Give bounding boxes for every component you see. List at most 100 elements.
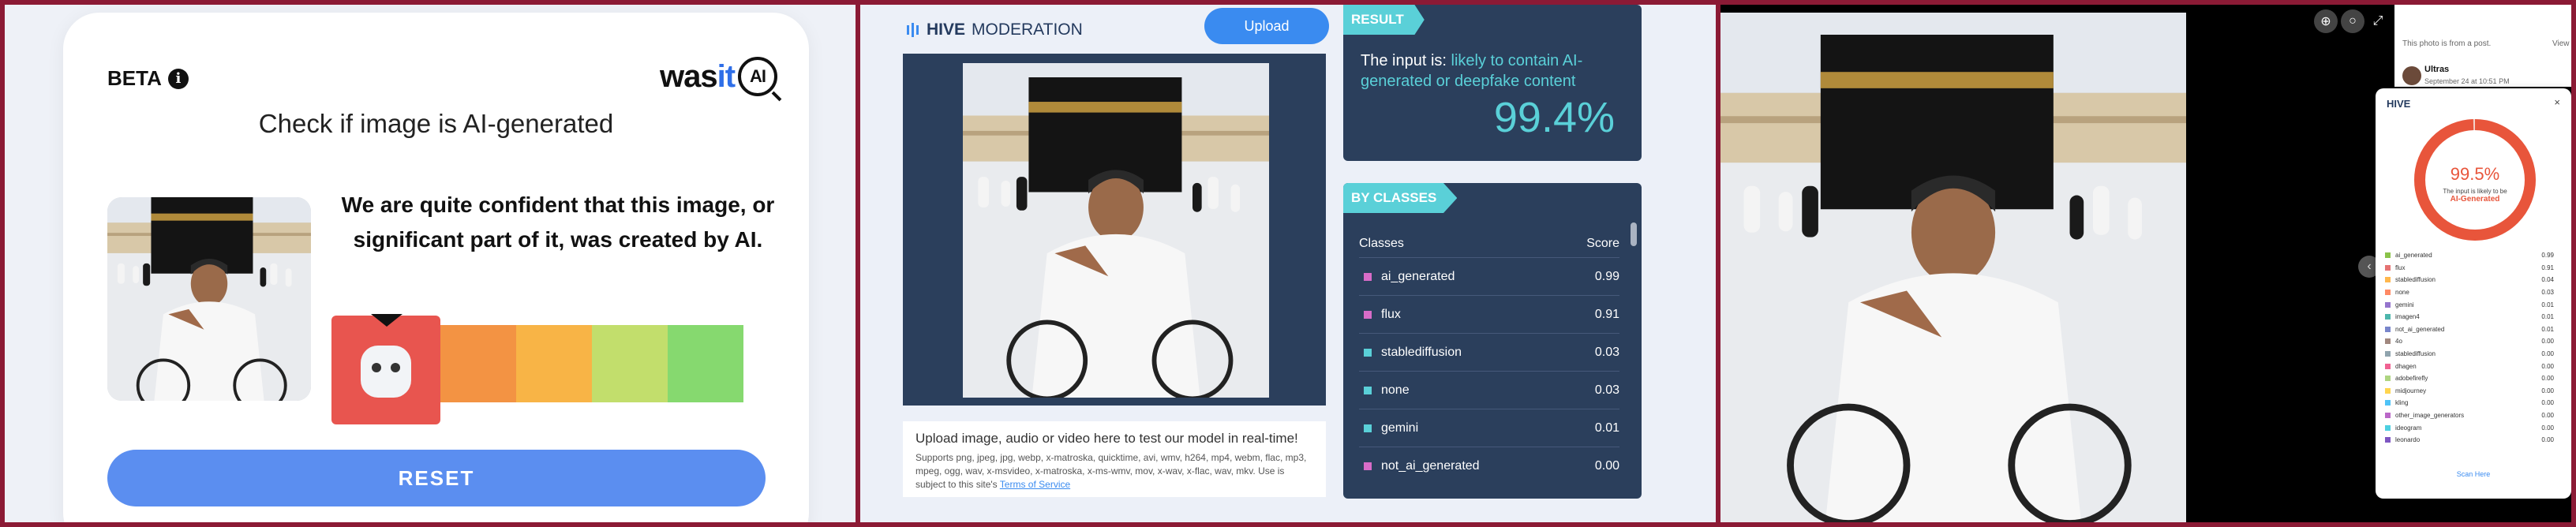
post-note: This photo is from a post. [2402,39,2492,48]
class-score: 0.01 [1594,420,1619,435]
score-list-item: gemini 0.01 [2385,298,2554,311]
fullscreen-icon[interactable]: ⤢ [2366,9,2390,33]
score-name: stablediffusion [2395,276,2436,284]
class-swatch [1364,386,1372,394]
class-row: flux 0.91 [1359,295,1619,333]
result-prefix: The input is: [1361,52,1447,69]
class-row: none 0.03 [1359,371,1619,409]
hive-logo[interactable]: HIVE MODERATION [906,21,1083,39]
formats-text: Supports png, jpeg, jpg, webp, x-matrosk… [915,452,1307,490]
score-list-item: none 0.03 [2385,286,2554,299]
score-list-item: flux 0.91 [2385,262,2554,275]
score-swatch [2385,424,2391,431]
score-name: other_image_generators [2395,412,2465,420]
score-value: 0.01 [2541,313,2554,321]
meter-segment [440,325,516,402]
hive-extension-popup: HIVE × 99.5% The input is likely to be A… [2376,88,2571,499]
zoom-in-icon[interactable]: ⊕ [2314,9,2338,33]
close-icon[interactable]: × [2554,96,2560,108]
score-list-item: stablediffusion 0.00 [2385,348,2554,361]
classes-scrollbar[interactable] [1631,211,1637,494]
class-name: gemini [1381,420,1419,435]
robot-indicator-icon [331,314,440,424]
score-name: kling [2395,399,2409,407]
score-name: gemini [2395,301,2414,308]
ring-label: 99.5% The input is likely to be AI-Gener… [2412,164,2538,204]
class-name: not_ai_generated [1381,458,1480,473]
post-author[interactable]: Ultras [2424,65,2449,74]
hive-extension-title: HIVE [2387,98,2411,110]
beta-badge: BETA i [107,66,189,91]
image-thumbnail [107,197,311,401]
post-date[interactable]: September 24 at 10:51 PM [2424,77,2510,85]
score-value: 0.01 [2541,301,2554,308]
result-tag: RESULT [1343,5,1425,35]
class-swatch [1364,462,1372,470]
avatar[interactable] [2402,66,2421,85]
class-swatch [1364,272,1372,281]
score-swatch [2385,400,2391,406]
score-value: 0.00 [2541,387,2554,394]
score-name: ideogram [2395,424,2422,432]
confidence-meter [331,314,745,424]
score-value: 0.00 [2541,436,2554,444]
ring-verdict: AI-Generated [2450,195,2500,204]
meter-segment [668,325,743,402]
logo-prefix: was [660,58,718,94]
score-swatch [2385,290,2391,296]
meter-segment [516,325,592,402]
score-list-item: not_ai_generated 0.01 [2385,323,2554,336]
score-swatch [2385,376,2391,382]
info-icon[interactable]: i [167,68,189,89]
ring-percentage: 99.5% [2450,164,2500,184]
wasitai-logo[interactable]: was it AI [660,57,778,96]
upload-info: Upload image, audio or video here to tes… [903,421,1326,497]
ring-caption: The input is likely to be [2443,188,2507,195]
score-list-item: ideogram 0.00 [2385,421,2554,434]
logo-accent: it [717,58,736,94]
score-value: 0.00 [2541,338,2554,346]
score-swatch [2385,301,2391,308]
scan-here-link[interactable]: Scan Here [2376,470,2571,478]
logo-badge: AI [750,66,766,86]
meter-segment [592,325,668,402]
post-photo[interactable] [1720,13,2186,522]
hive-moderation-panel: HIVE MODERATION Upload Upload image, audi… [860,5,1716,522]
hive-logo-bold: HIVE [927,21,966,39]
score-swatch [2385,363,2391,369]
class-swatch [1364,310,1372,319]
score-swatch [2385,351,2391,357]
score-name: ai_generated [2395,252,2432,260]
class-row: not_ai_generated 0.00 [1359,447,1619,484]
score-list-item: other_image_generators 0.00 [2385,409,2554,422]
page-title: Check if image is AI-generated [258,109,614,138]
class-score: 0.03 [1594,383,1619,397]
result-percentage: 99.4% [1493,94,1615,141]
beta-label: BETA [107,66,162,90]
score-list-item: dhagen 0.00 [2385,360,2554,372]
score-swatch [2385,277,2391,283]
class-score: 0.99 [1594,269,1619,283]
score-list-item: leonardo 0.00 [2385,434,2554,447]
view-link[interactable]: View [2552,39,2570,48]
score-value: 0.00 [2541,424,2554,432]
score-value: 0.04 [2541,276,2554,284]
zoom-out-icon[interactable]: ○ [2341,9,2364,33]
score-value: 0.00 [2541,362,2554,370]
terms-link[interactable]: Terms of Service [1000,479,1070,490]
classes-box: BY CLASSES Classes Score ai_generated 0.9… [1343,183,1642,499]
reset-button[interactable]: RESET [107,450,766,506]
upload-button[interactable]: Upload [1204,8,1329,44]
score-swatch [2385,326,2391,332]
score-value: 0.00 [2541,412,2554,420]
score-name: flux [2395,264,2406,271]
class-score: 0.03 [1594,345,1619,359]
verdict-text: We are quite confident that this image, … [341,192,775,252]
score-swatch [2385,314,2391,320]
score-name: midjourney [2395,387,2427,394]
score-value: 0.91 [2541,264,2554,271]
score-list-item: ai_generated 0.99 [2385,249,2554,262]
score-list-item: 4o 0.00 [2385,335,2554,348]
score-swatch [2385,264,2391,271]
class-name: flux [1381,307,1401,321]
